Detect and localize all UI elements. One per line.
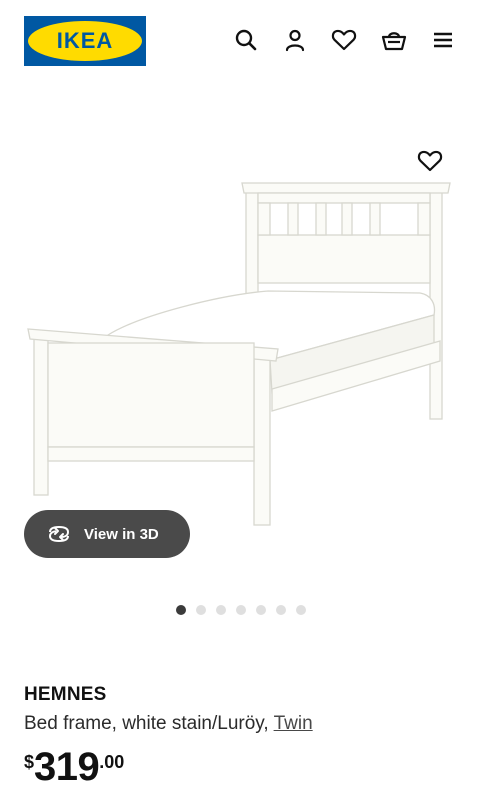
carousel-dot[interactable]	[176, 605, 186, 615]
carousel-dot[interactable]	[216, 605, 226, 615]
product-name: HEMNES	[24, 684, 107, 705]
rotate-3d-icon	[48, 525, 70, 543]
heart-icon[interactable]	[330, 26, 358, 54]
carousel-dot[interactable]	[256, 605, 266, 615]
logo-text: IKEA	[56, 28, 114, 53]
shopping-bag-icon[interactable]	[380, 26, 408, 54]
search-icon[interactable]	[232, 26, 260, 54]
product-price: $ 319 .00	[24, 744, 124, 794]
price-decimal: .00	[99, 752, 125, 772]
price-integer: 319	[34, 745, 100, 789]
image-carousel-dots	[176, 605, 306, 615]
product-description-text: Bed frame, white stain/Luröy,	[24, 713, 274, 734]
view-in-3d-label: View in 3D	[84, 525, 159, 543]
size-link-twin[interactable]: Twin	[274, 713, 313, 734]
carousel-dot[interactable]	[196, 605, 206, 615]
carousel-dot[interactable]	[236, 605, 246, 615]
ikea-logo[interactable]: IKEA	[24, 16, 146, 66]
product-description: Bed frame, white stain/Luröy, Twin	[24, 713, 313, 735]
account-icon[interactable]	[281, 26, 309, 54]
price-currency: $	[24, 752, 35, 772]
site-header: IKEA	[0, 0, 480, 84]
view-in-3d-button[interactable]: View in 3D	[24, 510, 190, 558]
menu-icon[interactable]	[429, 26, 457, 54]
add-to-favourites-heart-icon[interactable]	[414, 147, 446, 175]
bed-frame-image	[27, 182, 451, 526]
carousel-dot[interactable]	[276, 605, 286, 615]
carousel-dot[interactable]	[296, 605, 306, 615]
